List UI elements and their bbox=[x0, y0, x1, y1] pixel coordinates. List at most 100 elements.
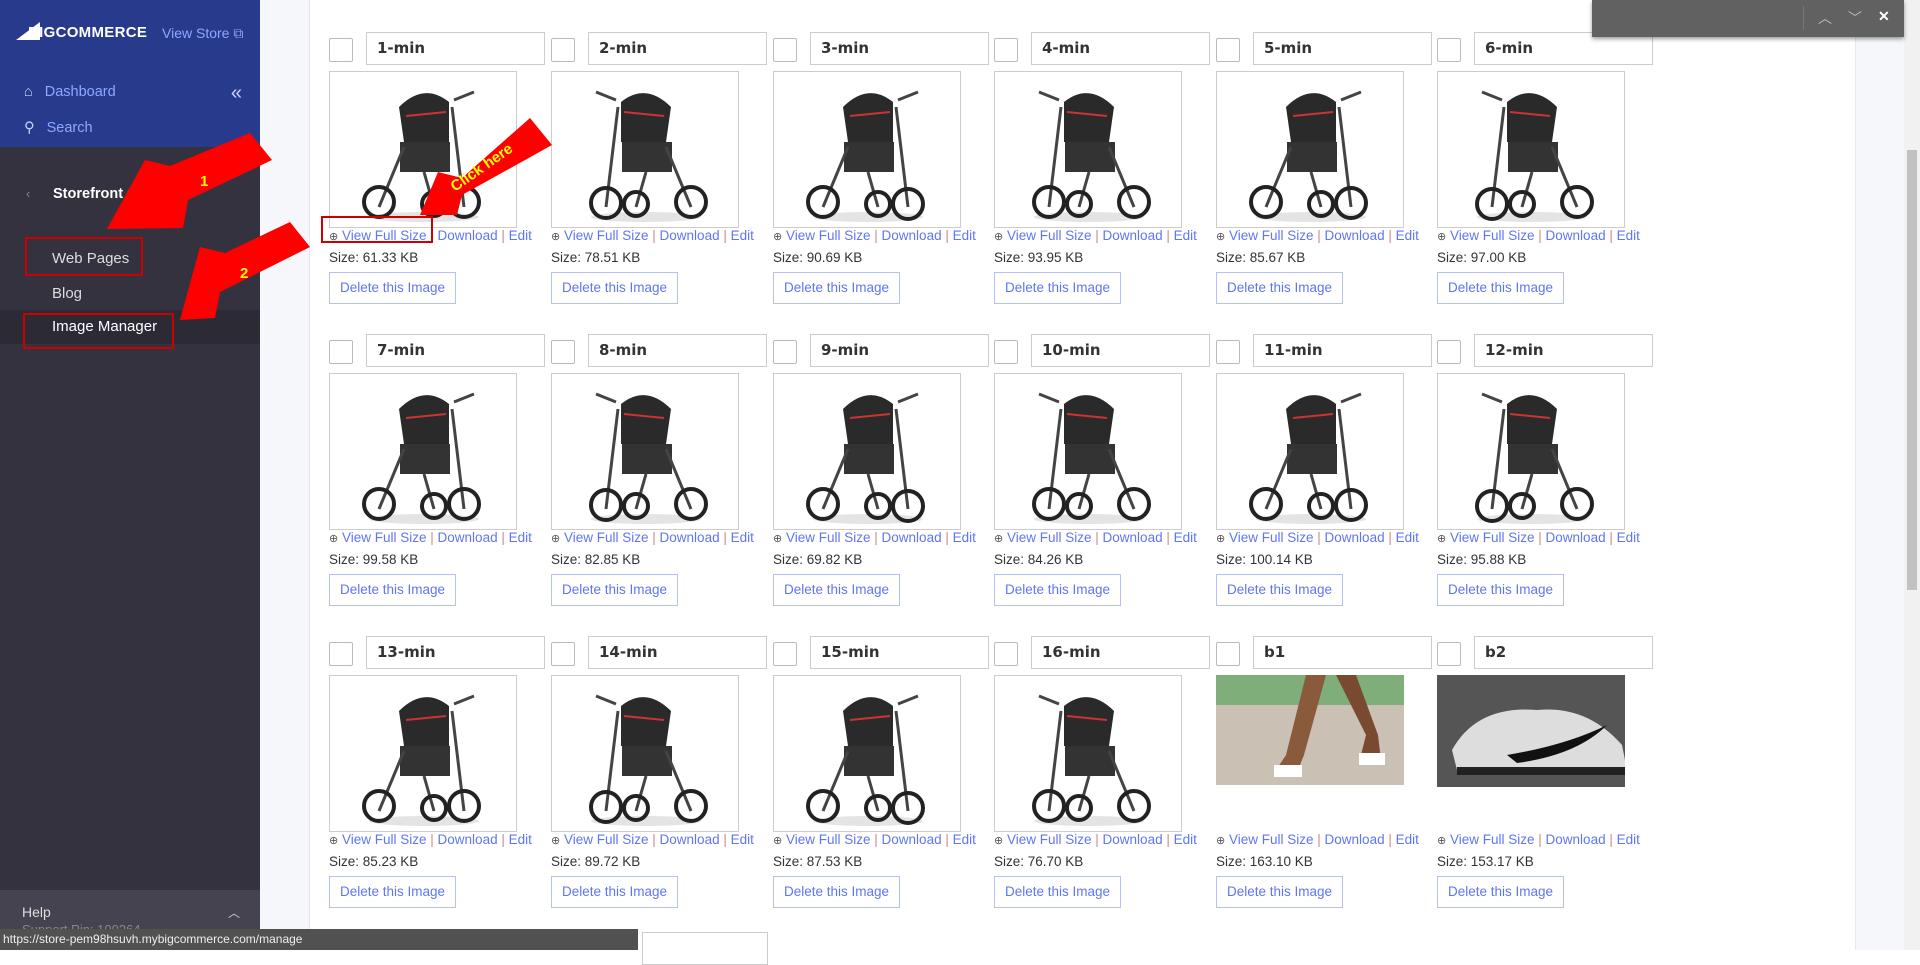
image-thumbnail[interactable] bbox=[329, 71, 517, 228]
find-next-icon[interactable]: ﹀ bbox=[1848, 8, 1862, 28]
download-link[interactable]: Download bbox=[438, 832, 498, 847]
edit-link[interactable]: Edit bbox=[1396, 832, 1419, 847]
download-link[interactable]: Download bbox=[1325, 228, 1385, 243]
image-name-input[interactable]: 16-min bbox=[1031, 636, 1210, 669]
select-checkbox[interactable] bbox=[994, 38, 1018, 62]
edit-link[interactable]: Edit bbox=[953, 228, 976, 243]
image-thumbnail[interactable] bbox=[994, 675, 1182, 832]
view-full-size-link[interactable]: View Full Size bbox=[786, 228, 871, 243]
select-checkbox[interactable] bbox=[329, 340, 353, 364]
delete-image-button[interactable]: Delete this Image bbox=[1437, 876, 1565, 908]
image-name-input[interactable]: 8-min bbox=[588, 334, 767, 367]
download-link[interactable]: Download bbox=[1103, 530, 1163, 545]
select-checkbox[interactable] bbox=[551, 340, 575, 364]
delete-image-button[interactable]: Delete this Image bbox=[551, 876, 679, 908]
image-name-input[interactable]: b1 bbox=[1253, 636, 1432, 669]
image-name-input[interactable]: 11-min bbox=[1253, 334, 1432, 367]
edit-link[interactable]: Edit bbox=[731, 228, 754, 243]
view-full-size-link[interactable]: View Full Size bbox=[1007, 228, 1092, 243]
find-previous-icon[interactable]: ︿ bbox=[1818, 8, 1832, 28]
edit-link[interactable]: Edit bbox=[1617, 832, 1640, 847]
download-link[interactable]: Download bbox=[1325, 832, 1385, 847]
delete-image-button[interactable]: Delete this Image bbox=[773, 574, 901, 606]
image-thumbnail[interactable] bbox=[1216, 373, 1404, 530]
image-name-input[interactable]: 4-min bbox=[1031, 32, 1210, 65]
scrollbar-thumb[interactable] bbox=[1907, 150, 1917, 590]
edit-link[interactable]: Edit bbox=[731, 530, 754, 545]
download-link[interactable]: Download bbox=[660, 530, 720, 545]
delete-image-button[interactable]: Delete this Image bbox=[773, 876, 901, 908]
download-link[interactable]: Download bbox=[1546, 228, 1606, 243]
edit-link[interactable]: Edit bbox=[1396, 228, 1419, 243]
select-checkbox[interactable] bbox=[773, 38, 797, 62]
select-checkbox[interactable] bbox=[551, 642, 575, 666]
image-name-input[interactable]: 12-min bbox=[1474, 334, 1653, 367]
view-store-link[interactable]: View Store ⧉ bbox=[162, 25, 243, 42]
view-full-size-link[interactable]: View Full Size bbox=[1229, 228, 1314, 243]
edit-link[interactable]: Edit bbox=[1174, 530, 1197, 545]
download-link[interactable]: Download bbox=[1546, 832, 1606, 847]
download-link[interactable]: Download bbox=[1103, 228, 1163, 243]
view-full-size-link[interactable]: View Full Size bbox=[1450, 228, 1535, 243]
delete-image-button[interactable]: Delete this Image bbox=[1216, 272, 1344, 304]
edit-link[interactable]: Edit bbox=[953, 530, 976, 545]
image-name-input[interactable]: 9-min bbox=[810, 334, 989, 367]
delete-image-button[interactable]: Delete this Image bbox=[329, 272, 457, 304]
select-checkbox[interactable] bbox=[994, 340, 1018, 364]
image-name-input[interactable]: 3-min bbox=[810, 32, 989, 65]
download-link[interactable]: Download bbox=[1103, 832, 1163, 847]
download-link[interactable]: Download bbox=[438, 530, 498, 545]
edit-link[interactable]: Edit bbox=[1617, 530, 1640, 545]
select-checkbox[interactable] bbox=[1216, 642, 1240, 666]
image-name-input[interactable]: 15-min bbox=[810, 636, 989, 669]
edit-link[interactable]: Edit bbox=[953, 832, 976, 847]
download-link[interactable]: Download bbox=[882, 832, 942, 847]
image-name-input[interactable] bbox=[642, 932, 768, 965]
image-thumbnail[interactable] bbox=[329, 373, 517, 530]
sidebar-search[interactable]: ⚲ Search bbox=[24, 120, 93, 136]
view-full-size-link[interactable]: View Full Size bbox=[342, 832, 427, 847]
view-full-size-link[interactable]: View Full Size bbox=[1229, 832, 1314, 847]
select-checkbox[interactable] bbox=[1437, 642, 1461, 666]
image-thumbnail[interactable] bbox=[773, 71, 961, 228]
view-full-size-link[interactable]: View Full Size bbox=[786, 832, 871, 847]
image-name-input[interactable]: 13-min bbox=[366, 636, 545, 669]
view-full-size-link[interactable]: View Full Size bbox=[786, 530, 871, 545]
image-name-input[interactable]: 14-min bbox=[588, 636, 767, 669]
sidebar-item-dashboard[interactable]: ⌂ Dashboard bbox=[24, 84, 116, 100]
edit-link[interactable]: Edit bbox=[509, 530, 532, 545]
delete-image-button[interactable]: Delete this Image bbox=[994, 574, 1122, 606]
image-name-input[interactable]: 5-min bbox=[1253, 32, 1432, 65]
view-full-size-link[interactable]: View Full Size bbox=[1007, 530, 1092, 545]
download-link[interactable]: Download bbox=[1325, 530, 1385, 545]
edit-link[interactable]: Edit bbox=[509, 832, 532, 847]
image-thumbnail[interactable] bbox=[773, 373, 961, 530]
image-thumbnail[interactable] bbox=[1437, 71, 1625, 228]
view-full-size-link[interactable]: View Full Size bbox=[342, 530, 427, 545]
view-full-size-link[interactable]: View Full Size bbox=[564, 832, 649, 847]
delete-image-button[interactable]: Delete this Image bbox=[1437, 574, 1565, 606]
view-full-size-link[interactable]: View Full Size bbox=[1450, 530, 1535, 545]
download-link[interactable]: Download bbox=[660, 832, 720, 847]
bigcommerce-logo[interactable]: BIGCOMMERCE bbox=[16, 22, 147, 41]
image-thumbnail[interactable] bbox=[1216, 71, 1404, 228]
select-checkbox[interactable] bbox=[329, 642, 353, 666]
edit-link[interactable]: Edit bbox=[1174, 228, 1197, 243]
select-checkbox[interactable] bbox=[773, 642, 797, 666]
view-full-size-link[interactable]: View Full Size bbox=[1007, 832, 1092, 847]
collapse-sidebar-icon[interactable]: « bbox=[231, 82, 242, 105]
select-checkbox[interactable] bbox=[1216, 38, 1240, 62]
edit-link[interactable]: Edit bbox=[1617, 228, 1640, 243]
view-full-size-link[interactable]: View Full Size bbox=[1229, 530, 1314, 545]
delete-image-button[interactable]: Delete this Image bbox=[329, 574, 457, 606]
download-link[interactable]: Download bbox=[1546, 530, 1606, 545]
edit-link[interactable]: Edit bbox=[731, 832, 754, 847]
select-checkbox[interactable] bbox=[1437, 340, 1461, 364]
select-checkbox[interactable] bbox=[773, 340, 797, 364]
image-name-input[interactable]: 2-min bbox=[588, 32, 767, 65]
edit-link[interactable]: Edit bbox=[1396, 530, 1419, 545]
delete-image-button[interactable]: Delete this Image bbox=[551, 272, 679, 304]
select-checkbox[interactable] bbox=[1437, 38, 1461, 62]
close-icon[interactable]: ✕ bbox=[1878, 8, 1890, 25]
delete-image-button[interactable]: Delete this Image bbox=[1216, 876, 1344, 908]
